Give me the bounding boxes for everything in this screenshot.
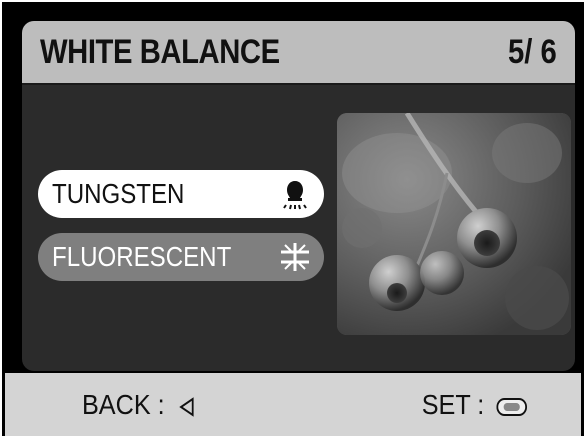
left-arrow-icon bbox=[178, 396, 194, 417]
option-label: TUNGSTEN bbox=[52, 178, 185, 209]
menu-screen: WHITE BALANCE 5/ 6 TUNGSTEN FLUORESCENT bbox=[22, 21, 575, 371]
option-label: FLUORESCENT bbox=[52, 241, 232, 272]
lcd-frame: WHITE BALANCE 5/ 6 TUNGSTEN FLUORESCENT bbox=[2, 2, 584, 436]
tungsten-bulb-icon bbox=[283, 181, 307, 210]
footer-bar: BACK : SET : bbox=[5, 373, 581, 436]
ok-button-icon bbox=[496, 397, 527, 416]
option-tungsten[interactable]: TUNGSTEN bbox=[38, 170, 324, 218]
option-fluorescent[interactable]: FLUORESCENT bbox=[38, 233, 324, 281]
page-counter: 5/ 6 bbox=[508, 33, 557, 71]
back-label: BACK : bbox=[82, 389, 165, 420]
preview-image bbox=[337, 113, 571, 335]
menu-header: WHITE BALANCE 5/ 6 bbox=[22, 21, 575, 85]
set-label: SET : bbox=[421, 389, 484, 420]
back-hint[interactable]: BACK : bbox=[82, 389, 197, 421]
set-hint[interactable]: SET : bbox=[421, 389, 527, 421]
fluorescent-icon bbox=[281, 243, 309, 271]
page-title: WHITE BALANCE bbox=[40, 33, 280, 71]
